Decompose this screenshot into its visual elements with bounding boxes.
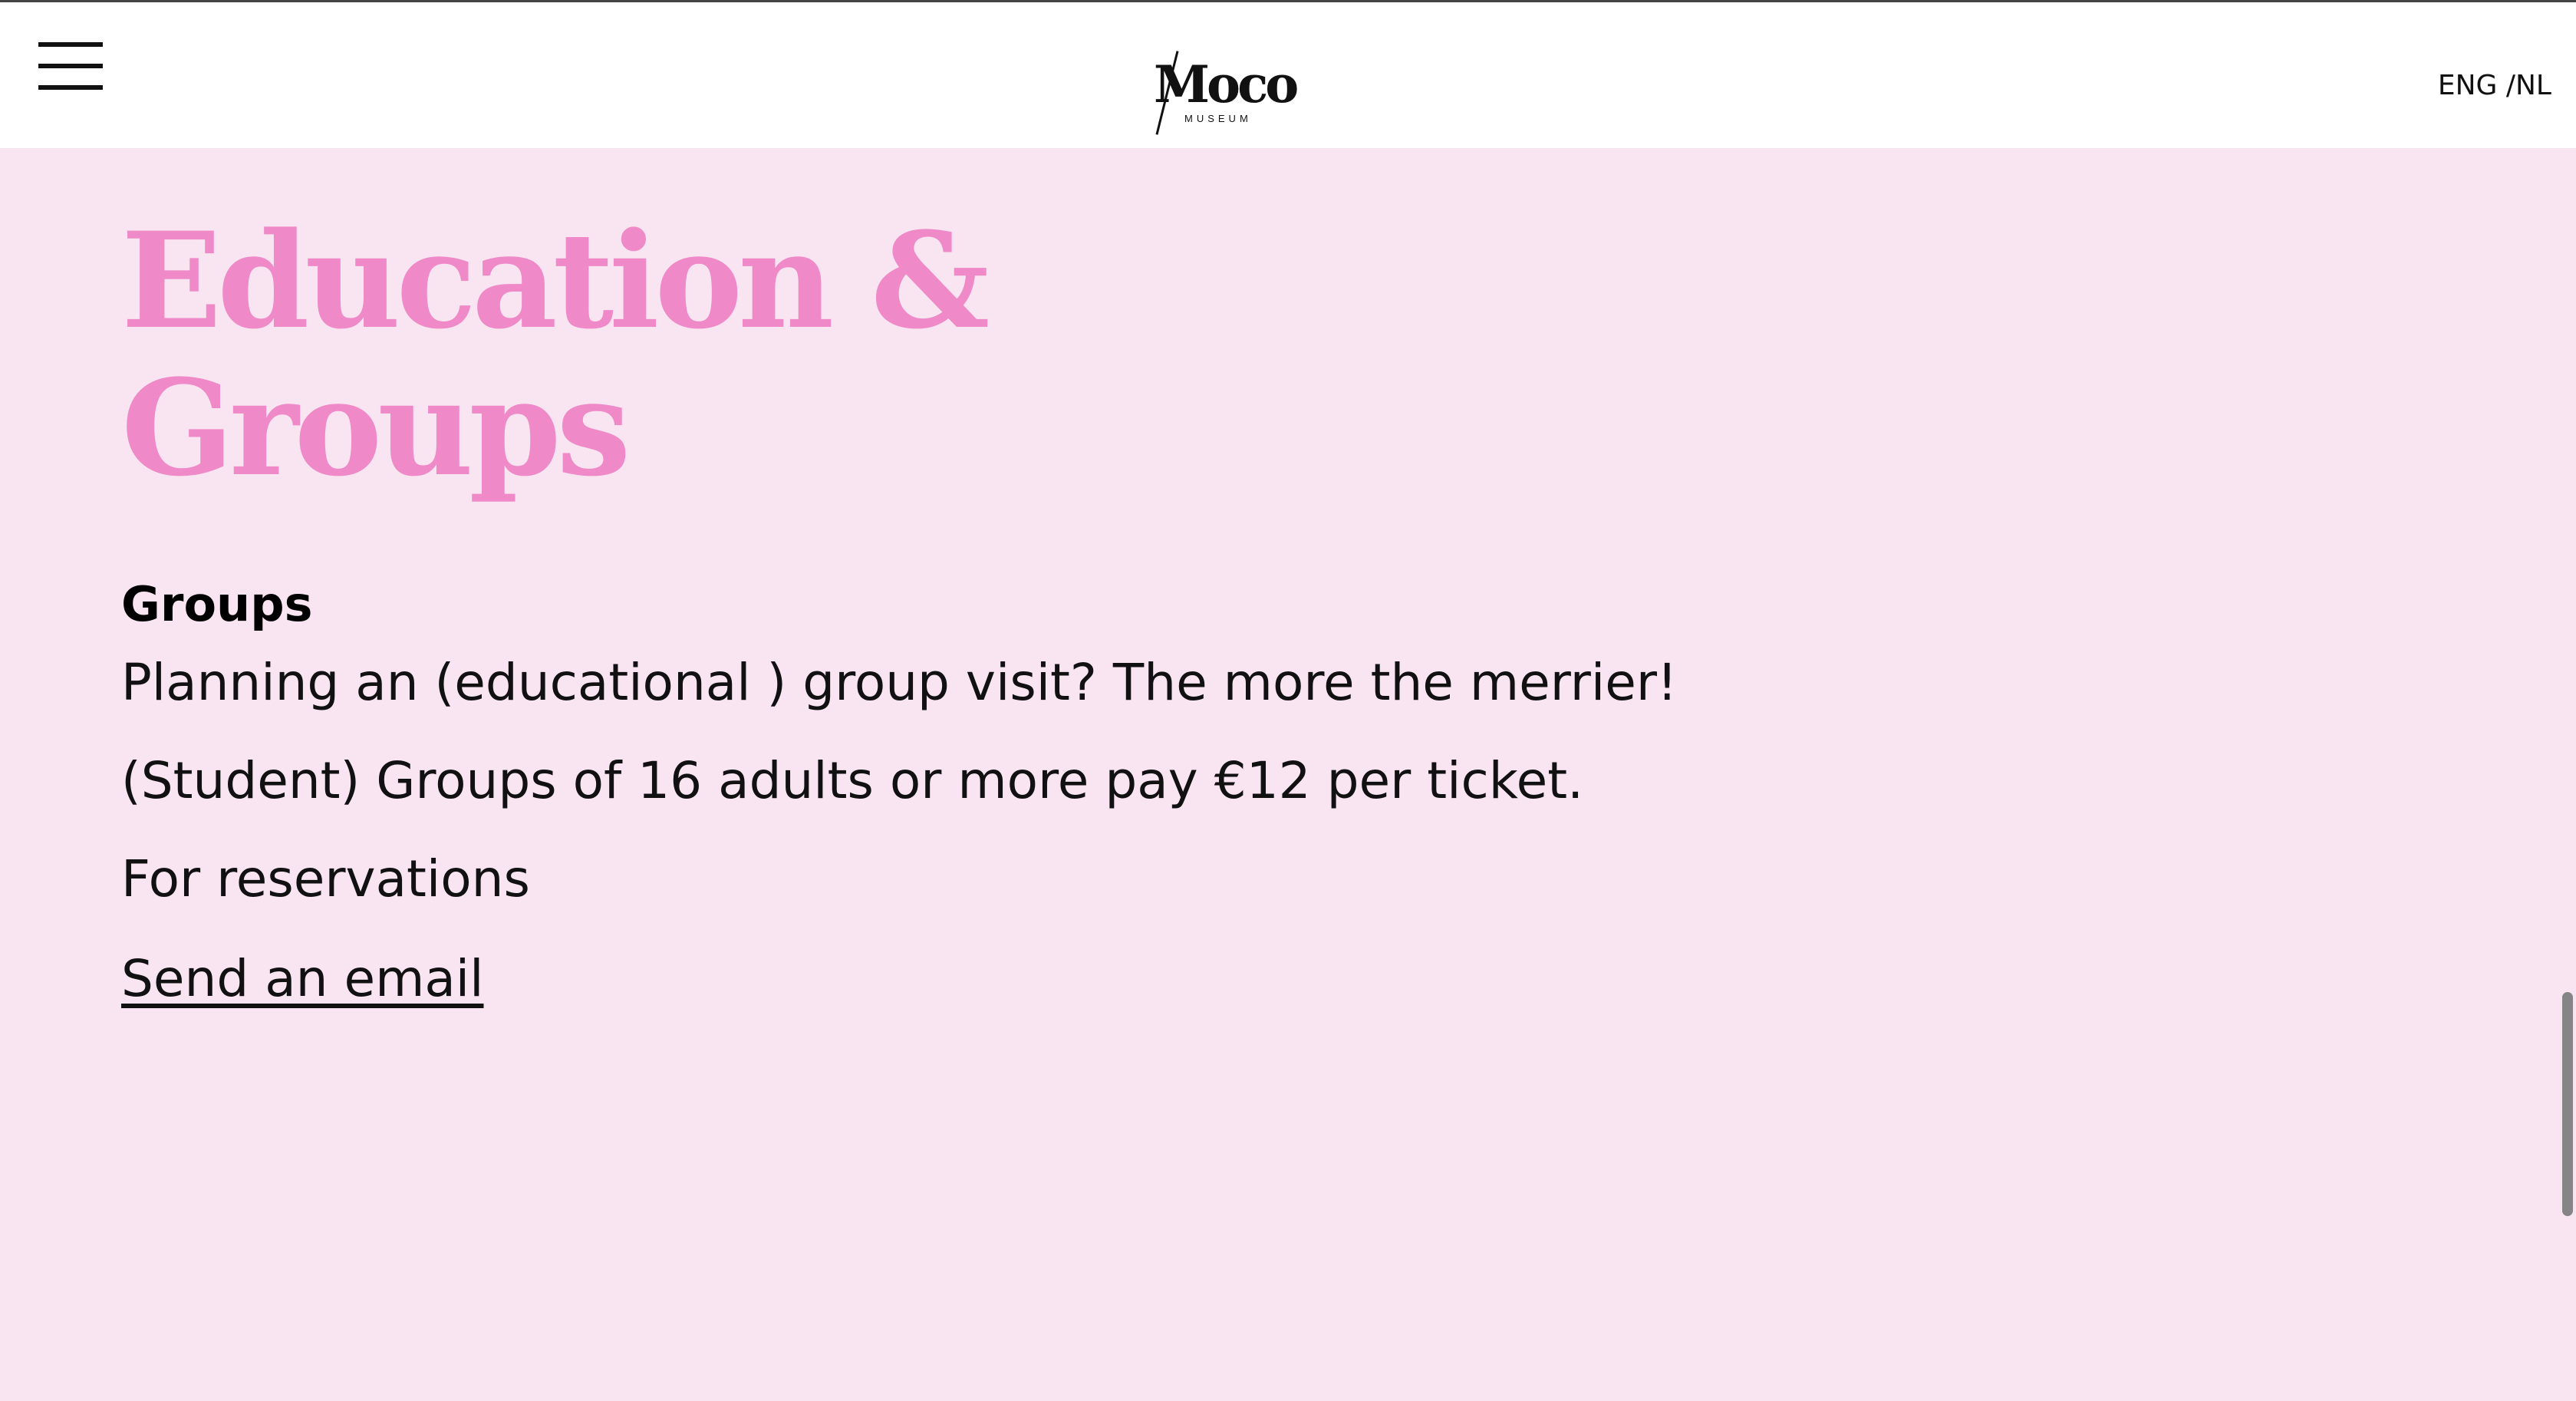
language-switcher[interactable]: ENG /NL — [2438, 70, 2551, 101]
groups-heading: Groups — [121, 576, 313, 632]
site-header: Moco MUSEUM ENG /NL — [0, 2, 2576, 148]
moco-museum-logo[interactable]: Moco MUSEUM — [1143, 47, 1299, 139]
page-scrollbar[interactable] — [2559, 148, 2576, 1401]
intro-paragraph: Planning an (educational ) group visit? … — [121, 653, 1678, 712]
send-email-link[interactable]: Send an email — [121, 945, 483, 1013]
pricing-paragraph: (Student) Groups of 16 adults or more pa… — [121, 751, 1584, 810]
education-groups-section: Education & Groups Groups Planning an (e… — [121, 207, 1809, 1013]
menu-bar-bottom — [38, 85, 103, 90]
scrollbar-thumb[interactable] — [2562, 992, 2573, 1216]
page-title-line1: Education & — [121, 203, 990, 358]
hamburger-menu-icon[interactable] — [38, 41, 103, 93]
logo-subtitle: MUSEUM — [1184, 113, 1252, 124]
reservations-paragraph: For reservations — [121, 849, 530, 908]
page-title: Education & Groups — [121, 207, 1042, 502]
page-title-line2: Groups — [121, 350, 631, 506]
menu-bar-middle — [38, 64, 103, 68]
menu-bar-top — [38, 42, 103, 47]
logo-wordmark: Moco — [1154, 54, 1299, 114]
